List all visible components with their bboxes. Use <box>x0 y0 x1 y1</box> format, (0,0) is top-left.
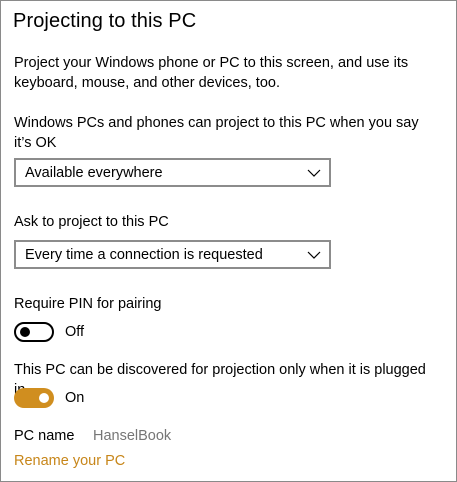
availability-dropdown-value: Available everywhere <box>25 165 163 181</box>
availability-label: Windows PCs and phones can project to th… <box>14 115 419 151</box>
rename-pc-link[interactable]: Rename your PC <box>14 451 125 471</box>
page-title: Projecting to this PC <box>13 10 197 32</box>
ask-to-project-dropdown-value: Every time a connection is requested <box>25 247 263 263</box>
require-pin-label: Require PIN for pairing <box>14 296 162 312</box>
plugged-in-state: On <box>65 390 85 406</box>
toggle-knob <box>39 393 49 403</box>
require-pin-state: Off <box>65 324 85 340</box>
settings-panel: Projecting to this PC Project your Windo… <box>0 0 457 482</box>
pc-name-value: HanselBook <box>93 428 172 444</box>
chevron-down-icon <box>307 169 321 177</box>
availability-dropdown[interactable]: Available everywhere <box>14 158 331 187</box>
toggle-knob <box>20 327 30 337</box>
ask-to-project-dropdown[interactable]: Every time a connection is requested <box>14 240 331 269</box>
page-description: Project your Windows phone or PC to this… <box>14 55 409 91</box>
ask-to-project-label: Ask to project to this PC <box>14 214 169 230</box>
plugged-in-toggle[interactable] <box>14 388 54 408</box>
chevron-down-icon <box>307 251 321 259</box>
require-pin-toggle[interactable] <box>14 322 54 342</box>
pc-name-label: PC name <box>14 428 75 444</box>
